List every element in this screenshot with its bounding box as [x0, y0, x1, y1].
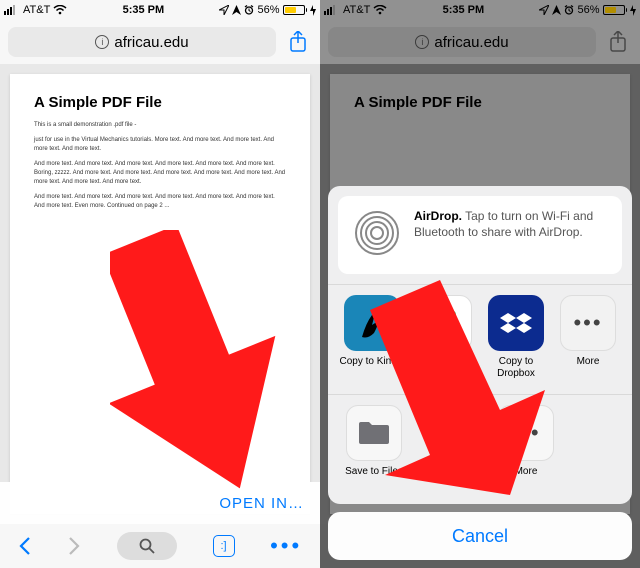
navigate-icon: [232, 5, 241, 15]
tabs-button[interactable]: :]: [213, 535, 235, 557]
action-label: More: [515, 466, 538, 490]
kindle-icon: [344, 295, 400, 351]
pdf-viewport[interactable]: A Simple PDF File This is a small demons…: [0, 64, 320, 524]
url-field[interactable]: i africau.edu: [8, 27, 276, 57]
folder-icon: [346, 405, 402, 461]
more-icon: •••: [498, 405, 554, 461]
search-icon: [139, 538, 155, 554]
share-action-save[interactable]: Save to Files: [338, 405, 410, 490]
share-actions-row[interactable]: Save to Files LastPass ••• More: [328, 395, 632, 504]
airdrop-text: AirDrop. Tap to turn on Wi-Fi and Blueto…: [414, 208, 608, 240]
share-app-evernote[interactable]: Copy to Evernote: [410, 295, 478, 380]
share-button[interactable]: [284, 28, 312, 56]
forward-button: [67, 536, 81, 556]
open-in-button[interactable]: OPEN IN…: [219, 495, 304, 512]
share-icon: [289, 31, 307, 53]
dropbox-icon: [488, 295, 544, 351]
battery-pct-label: 56%: [257, 4, 279, 16]
carrier-label: AT&T: [23, 4, 50, 16]
wifi-icon: [53, 5, 67, 15]
airdrop-icon: [352, 208, 402, 258]
phone-left: AT&T 5:35 PM 56% i africau.edu A Simple …: [0, 0, 320, 568]
app-label: Copy to Evernote: [410, 356, 478, 380]
info-icon: i: [95, 35, 109, 49]
share-sheet-card: AirDrop. Tap to turn on Wi-Fi and Blueto…: [328, 186, 632, 504]
airdrop-row[interactable]: AirDrop. Tap to turn on Wi-Fi and Blueto…: [338, 196, 622, 274]
app-label: More: [577, 356, 600, 380]
share-apps-row[interactable]: Copy to Kindle Copy to Evernote Copy to …: [328, 285, 632, 394]
app-label: Copy to Kindle: [339, 356, 404, 380]
phone-right: AT&T 5:35 PM 56% i africau.edu A Simple …: [320, 0, 640, 568]
search-button[interactable]: [117, 532, 177, 560]
charging-icon: [310, 5, 316, 16]
app-label: Copy to Dropbox: [482, 356, 550, 380]
location-icon: [219, 5, 229, 15]
bottom-toolbar: :] •••: [0, 524, 320, 568]
share-app-more[interactable]: ••• More: [554, 295, 622, 380]
action-label: LastPass: [429, 466, 470, 490]
action-label: Save to Files: [345, 466, 403, 490]
share-app-dropbox[interactable]: Copy to Dropbox: [482, 295, 550, 380]
pdf-title: A Simple PDF File: [34, 94, 286, 111]
share-app-kindle[interactable]: Copy to Kindle: [338, 295, 406, 380]
share-sheet: AirDrop. Tap to turn on Wi-Fi and Blueto…: [328, 186, 632, 560]
clock-label: 5:35 PM: [123, 4, 165, 16]
url-bar: i africau.edu: [0, 20, 320, 64]
battery-icon: [283, 5, 308, 15]
url-text: africau.edu: [114, 34, 188, 51]
more-icon: •••: [560, 295, 616, 351]
more-button[interactable]: •••: [270, 543, 302, 550]
evernote-icon: [416, 295, 472, 351]
pdf-page: A Simple PDF File This is a small demons…: [10, 74, 310, 514]
alarm-icon: [244, 5, 254, 15]
pdf-body: This is a small demonstration .pdf file …: [34, 121, 286, 211]
share-action-more[interactable]: ••• More: [490, 405, 562, 490]
open-in-bar: OPEN IN…: [0, 482, 320, 524]
share-action-lastpass[interactable]: LastPass: [414, 405, 486, 490]
back-button[interactable]: [18, 536, 32, 556]
cancel-button[interactable]: Cancel: [328, 512, 632, 560]
signal-bars-icon: [4, 5, 20, 15]
status-bar: AT&T 5:35 PM 56%: [0, 0, 320, 20]
